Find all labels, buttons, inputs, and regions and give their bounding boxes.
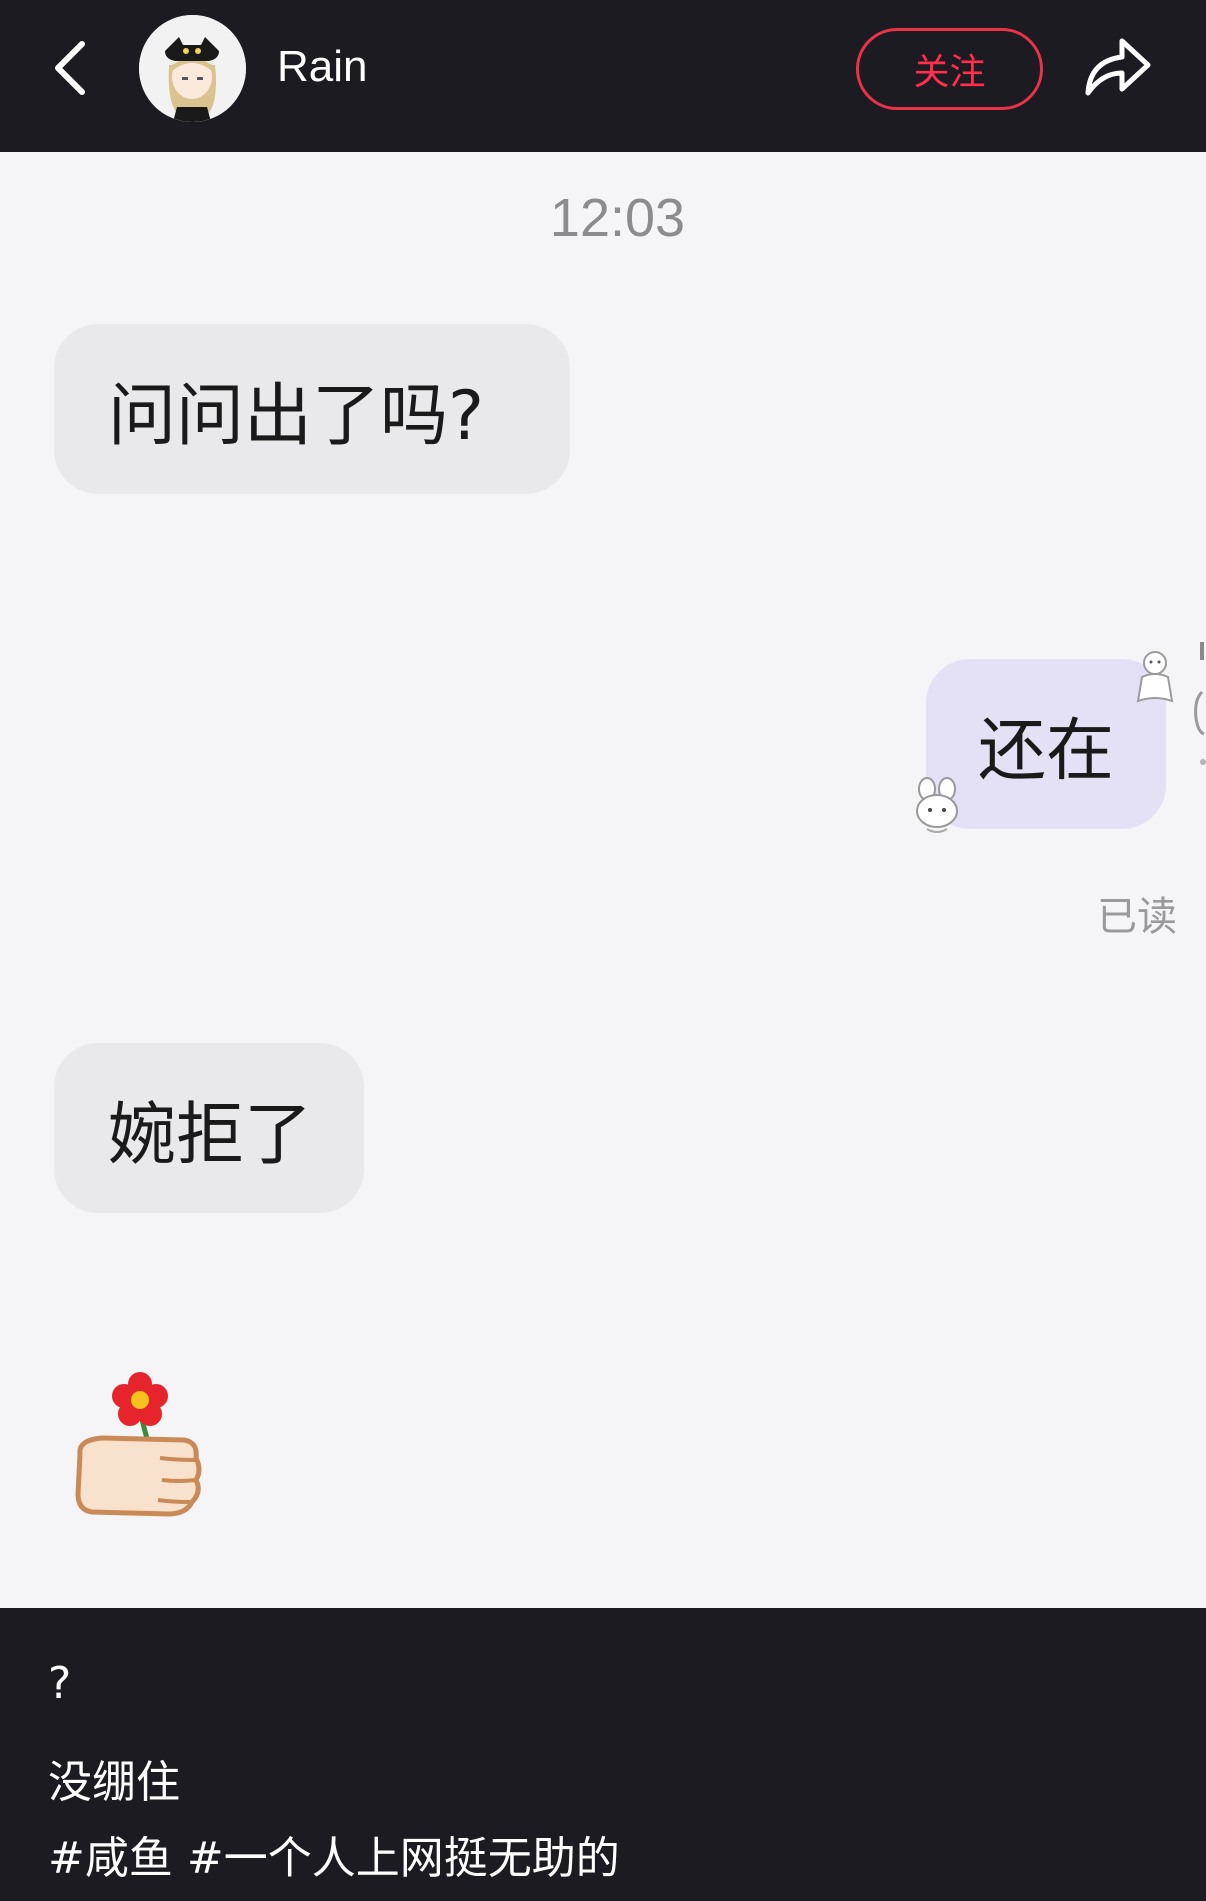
post-caption: ? 没绷住 #咸鱼 #一个人上网挺无助的 <box>0 1608 1206 1901</box>
hand-holding-flower-icon <box>75 1372 202 1517</box>
bunny-sticker-icon <box>916 777 958 833</box>
share-button[interactable] <box>1082 33 1154 101</box>
avatar[interactable] <box>139 15 246 122</box>
chat-screenshot: 12:03 问问出了吗? 还在 已读 婉拒了 <box>0 152 1206 1608</box>
top-bar: Rain 关注 <box>0 0 1206 152</box>
hashtag-row: #咸鱼 #一个人上网挺无助的 <box>48 1822 620 1886</box>
avatar-image <box>139 15 246 122</box>
edge-sticker-icon <box>1194 642 1206 765</box>
username[interactable]: Rain <box>277 42 368 92</box>
message-bubble-incoming: 问问出了吗? <box>54 324 570 494</box>
read-status: 已读 <box>1097 894 1177 940</box>
hashtag-link[interactable]: #一个人上网挺无助的 <box>187 1833 620 1884</box>
ghost-sticker-icon <box>1136 651 1174 703</box>
share-arrow-icon <box>1085 38 1151 96</box>
hashtag-link[interactable]: #咸鱼 <box>48 1833 173 1884</box>
message-timestamp: 12:03 <box>549 188 686 248</box>
caption-line: 没绷住 <box>48 1757 180 1808</box>
back-button[interactable] <box>48 36 96 100</box>
follow-button[interactable]: 关注 <box>856 28 1043 110</box>
chevron-left-icon <box>55 41 85 95</box>
message-bubble-incoming: 婉拒了 <box>54 1043 364 1213</box>
caption-line: ? <box>48 1658 72 1709</box>
